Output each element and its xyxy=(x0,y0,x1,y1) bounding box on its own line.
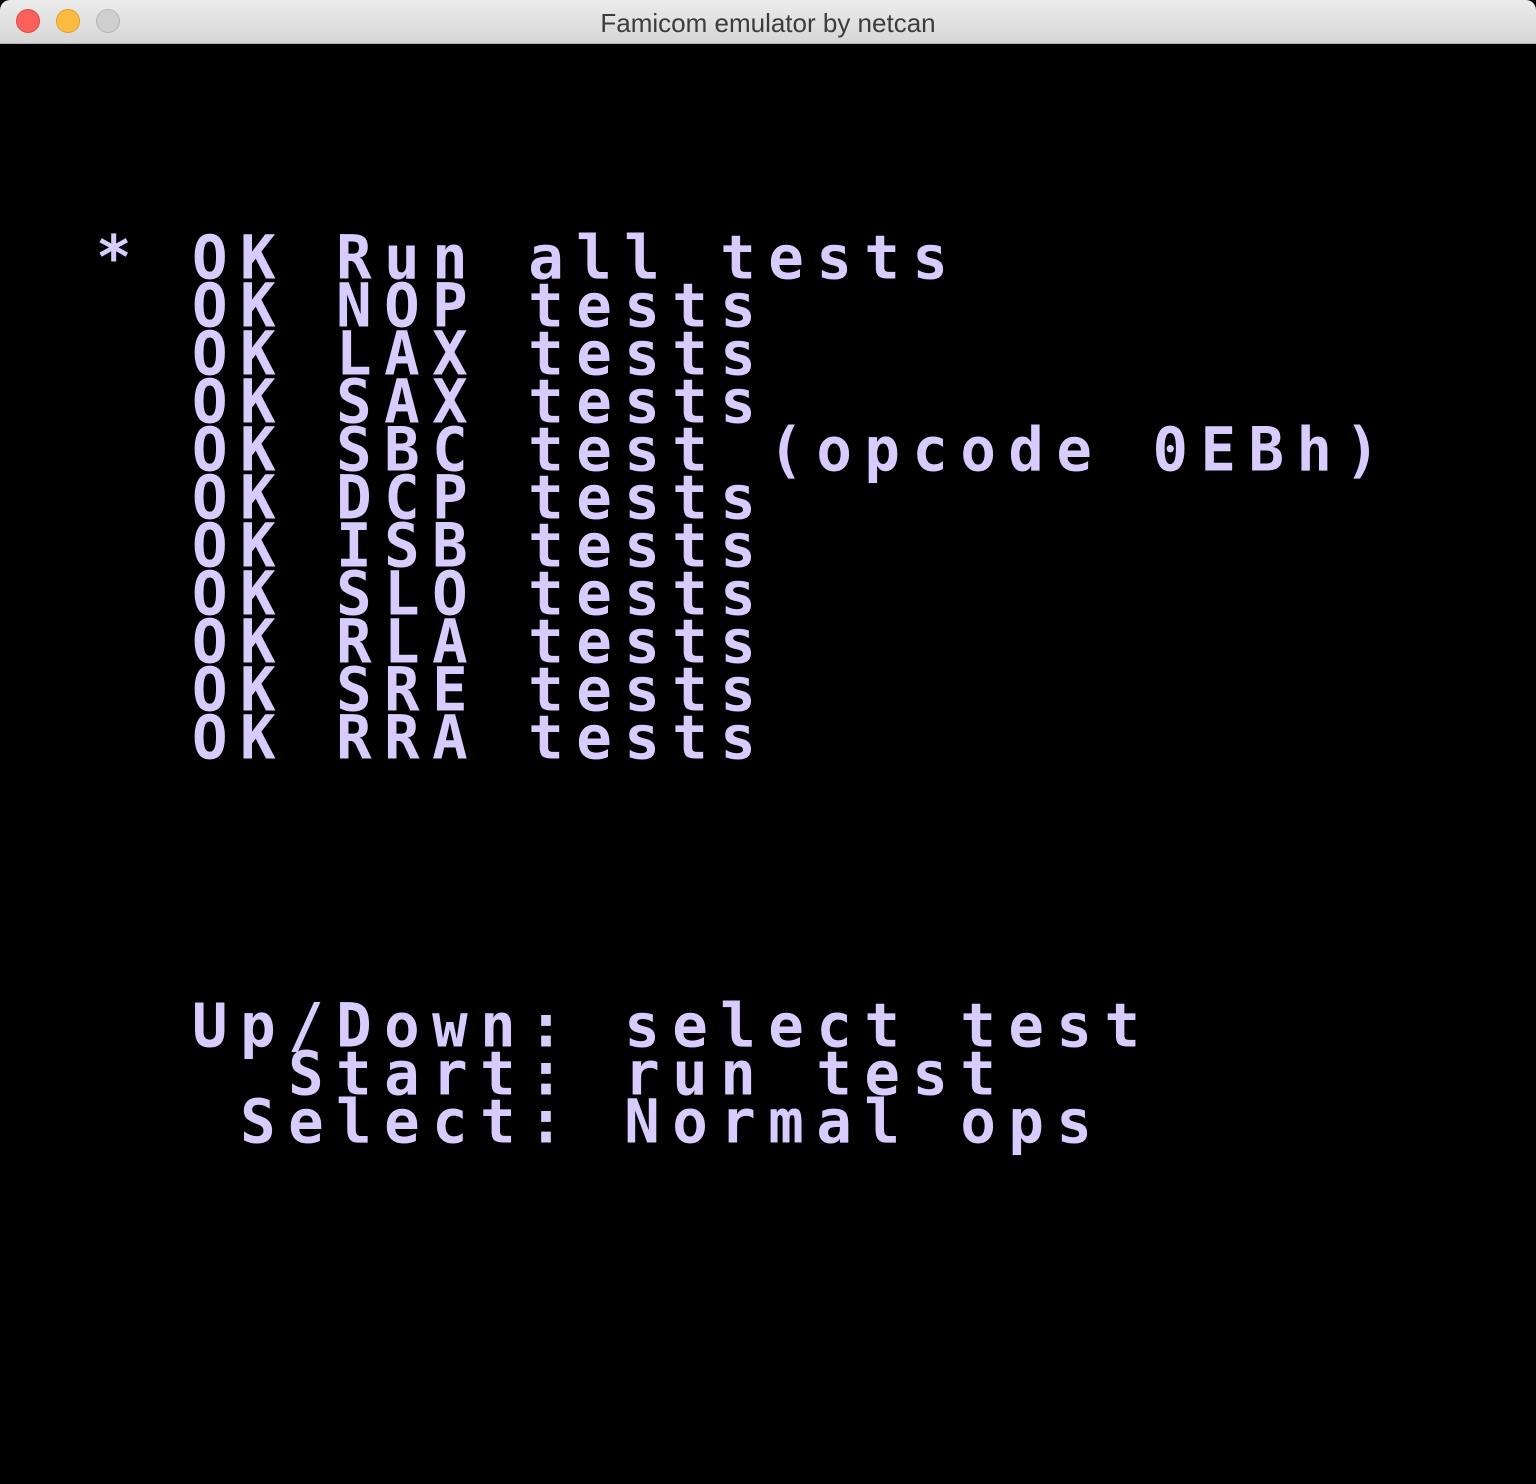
help-line-select: Select: Normal ops xyxy=(96,1086,1105,1157)
title-bar[interactable]: Famicom emulator by netcan xyxy=(0,0,1536,44)
emulator-window: Famicom emulator by netcan * OK Run all … xyxy=(0,0,1536,1484)
menu-line-rra: OK RRA tests xyxy=(96,702,769,773)
window-title: Famicom emulator by netcan xyxy=(600,8,936,38)
emulator-screen[interactable]: * OK Run all tests OK NOP tests OK LAX t… xyxy=(0,44,1536,1484)
